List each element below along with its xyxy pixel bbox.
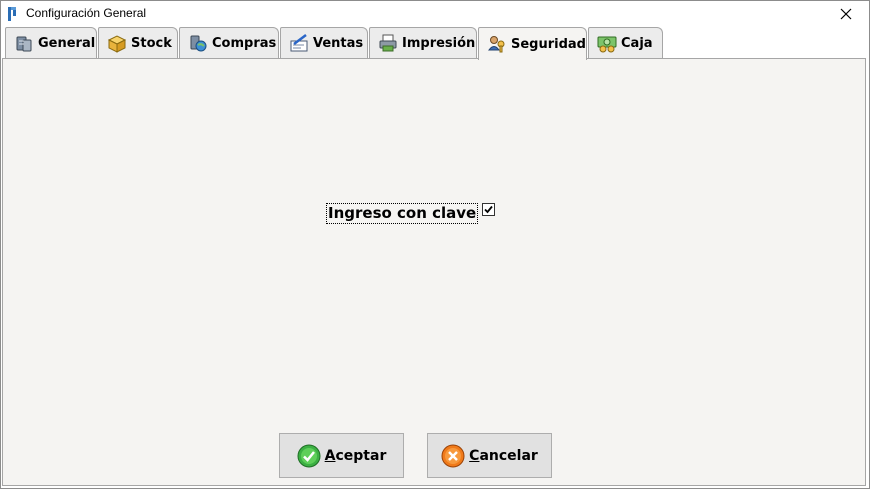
- cancel-label: Cancelar: [469, 447, 538, 464]
- database-server-icon: [16, 36, 32, 52]
- tab-compras[interactable]: Compras: [179, 27, 279, 58]
- login-with-password-label[interactable]: Ingreso con clave: [326, 203, 479, 224]
- title-bar: Configuración General: [1, 1, 869, 27]
- users-key-icon: [488, 36, 505, 53]
- cancel-button[interactable]: Cancelar: [427, 433, 552, 478]
- database-globe-icon: [190, 35, 207, 52]
- login-with-password-option[interactable]: Ingreso con clave: [326, 203, 496, 224]
- configuration-window: Configuración General General Stock Comp…: [0, 0, 870, 489]
- tab-seguridad[interactable]: Seguridad: [478, 27, 587, 60]
- cancel-circle-icon: [441, 444, 465, 467]
- tab-label: Stock: [131, 35, 172, 51]
- tab-stock[interactable]: Stock: [98, 27, 178, 58]
- tab-label: Seguridad: [511, 36, 586, 52]
- tab-label: Impresión: [402, 35, 476, 51]
- accept-label: Aceptar: [324, 447, 387, 464]
- printer-icon: [379, 34, 397, 52]
- app-logo-icon: [8, 7, 16, 21]
- check-circle-icon: [297, 444, 321, 467]
- tab-general[interactable]: General: [5, 27, 97, 58]
- tab-label: Ventas: [313, 35, 364, 51]
- tab-caja[interactable]: Caja: [588, 27, 663, 58]
- window-title: Configuración General: [26, 6, 147, 20]
- close-button[interactable]: [823, 1, 869, 27]
- pen-form-icon: [290, 34, 308, 52]
- tab-impresion[interactable]: Impresión: [369, 27, 477, 58]
- login-with-password-checkbox[interactable]: [482, 203, 496, 216]
- tab-label: Compras: [212, 35, 277, 51]
- security-panel: Ingreso con clave Aceptar Cancelar: [2, 58, 866, 486]
- tab-strip: General Stock Compras Ventas Impresión S…: [1, 27, 869, 60]
- close-icon: [840, 8, 852, 20]
- tab-label: General: [38, 35, 96, 51]
- tab-label: Caja: [621, 35, 653, 51]
- box-icon: [107, 35, 127, 53]
- cash-icon: [597, 36, 617, 53]
- checkmark-icon: [484, 205, 493, 214]
- accept-button[interactable]: Aceptar: [279, 433, 404, 478]
- tab-ventas[interactable]: Ventas: [280, 27, 368, 58]
